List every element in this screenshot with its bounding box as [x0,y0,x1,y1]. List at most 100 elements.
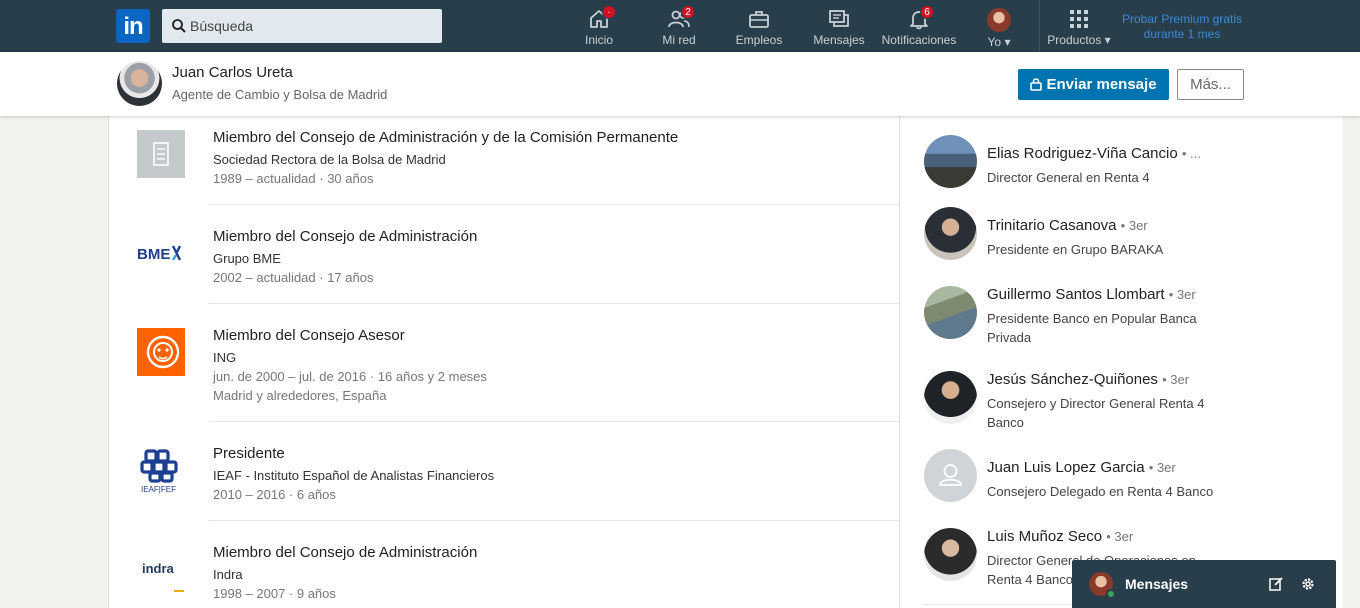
experience-dates: jun. de 2000 – jul. de 2016 · 16 años y … [213,369,487,384]
experience-company: Indra [213,567,243,582]
default-person-icon [939,464,962,486]
nav-item-mensajes[interactable]: Mensajes [812,0,866,52]
chevron-down-icon: ▾ [1104,33,1111,47]
person-headline-wrap: Consejero y Director General Renta 4 Banc… [987,394,1232,432]
company-placeholder-icon [137,130,185,178]
person-name-line: Luis Muñoz Seco • 3er [987,528,1133,545]
nav-item-yo[interactable]: Yo ▾ [980,0,1018,52]
chevron-down-icon: ▾ [1004,35,1011,49]
person-name: Trinitario Casanova [987,217,1117,234]
person-name-line: Juan Luis Lopez Garcia • 3er [987,459,1176,476]
person-name-line: Elias Rodriguez-Viña Cancio • ... [987,145,1201,162]
person-avatar [924,286,977,339]
ing-lion-logo-icon [137,328,185,376]
nav-label-inicio: Inicio [584,33,613,47]
premium-trial-link[interactable]: Probar Premium gratis durante 1 mes [1114,12,1250,42]
experience-item[interactable]: IEAF|FEF Presidente IEAF - Instituto Esp… [109,422,899,521]
nav-item-mi-red[interactable]: 2 Mi red [655,0,703,52]
nav-label-yo: Yo [987,35,1002,49]
person-headline-wrap: Consejero Delegado en Renta 4 Banco [987,482,1232,501]
nav-item-productos[interactable]: Productos ▾ [1043,0,1115,52]
profile-avatar[interactable] [117,61,162,106]
gear-icon[interactable] [1300,576,1316,592]
person-degree: • 3er [1148,460,1176,475]
send-message-label: Enviar mensaje [1046,76,1157,93]
profile-sticky-bar: Juan Carlos Ureta Agente de Cambio y Bol… [0,52,1360,116]
person-degree: • 3er [1162,372,1190,387]
messaging-bar[interactable]: Mensajes [1072,560,1336,608]
nav-divider [1039,0,1040,52]
user-avatar [987,8,1011,32]
experience-location: Madrid y alrededores, España [213,388,387,403]
search-placeholder: Búsqueda [190,18,254,34]
experience-title: Presidente [213,445,285,462]
person-name: Guillermo Santos Llombart [987,286,1165,303]
person-avatar [924,207,977,260]
person-name: Luis Muñoz Seco [987,528,1103,545]
experience-item[interactable]: indra Miembro del Consejo de Administrac… [109,521,899,608]
experience-title: Miembro del Consejo Asesor [213,327,405,344]
nav-item-inicio[interactable]: · Inicio [576,0,622,52]
experience-item[interactable]: Miembro del Consejo Asesor ING jun. de 2… [109,304,899,422]
experience-item[interactable]: Miembro del Consejo de Administración y … [109,116,899,205]
compose-icon[interactable] [1268,576,1284,592]
person-headline: Presidente en Grupo BARAKA [987,242,1164,257]
premium-line-1: Probar Premium gratis [1121,12,1243,26]
messaging-label: Mensajes [1125,576,1189,592]
send-message-button[interactable]: Enviar mensaje [1018,69,1169,100]
person-name-line: Jesús Sánchez-Quiñones • 3er [987,371,1189,388]
person-headline-2: Privada [987,330,1032,345]
nav-item-notificaciones[interactable]: 6 Notificaciones [878,0,960,52]
bme-logo-icon: BME [137,229,185,277]
person-headline-wrap: Presidente en Grupo BARAKA [987,240,1232,259]
person-headline: Director General en Renta 4 [987,170,1150,185]
top-nav: in Búsqueda · Inicio 2 Mi red Empleos Me… [0,0,1360,52]
bme-logo-text: BME [137,246,170,263]
person-name: Jesús Sánchez-Quiñones [987,371,1158,388]
person-headline: Presidente Banco en Popular Banca [987,311,1197,326]
person-headline-wrap: Presidente Banco en Popular Banca Privada [987,309,1232,347]
experience-dates: 1989 – actualidad · 30 años [213,171,374,186]
experience-item[interactable]: BME Miembro del Consejo de Administració… [109,205,899,304]
nav-item-empleos[interactable]: Empleos [733,0,785,52]
nav-label-yo-wrap: Yo ▾ [980,35,1018,49]
linkedin-logo-icon[interactable]: in [116,9,150,43]
indra-logo-icon: indra [137,545,185,593]
experience-title: Miembro del Consejo de Administración [213,228,478,245]
briefcase-icon [747,7,771,31]
nav-label-mi-red: Mi red [662,33,696,47]
person-headline-2: Banco [987,415,1024,430]
person-avatar [924,135,977,188]
experience-section: Miembro del Consejo de Administración y … [108,116,900,608]
person-headline-wrap: Director General en Renta 4 [987,168,1232,187]
grid-icon [1067,7,1091,31]
experience-title: Miembro del Consejo de Administración [213,544,478,561]
nav-label-empleos: Empleos [735,33,783,47]
person-name: Elias Rodriguez-Viña Cancio [987,145,1178,162]
person-avatar-placeholder [924,449,977,502]
more-button[interactable]: Más... [1177,69,1244,100]
notifications-badge: 6 [920,5,934,19]
person-degree: • 3er [1106,529,1134,544]
nav-label-mensajes: Mensajes [813,33,865,47]
person-name-line: Trinitario Casanova • 3er [987,217,1148,234]
person-degree: • 3er [1120,218,1148,233]
nav-label-productos-wrap: Productos ▾ [1043,33,1115,47]
ieaf-logo-icon: IEAF|FEF [137,446,185,494]
person-degree: • ... [1181,146,1201,161]
person-headline: Consejero y Director General Renta 4 [987,396,1205,411]
online-status-icon [1106,589,1116,599]
search-input[interactable]: Búsqueda [162,9,442,43]
person-headline: Consejero Delegado en Renta 4 Banco [987,484,1214,499]
experience-company: Sociedad Rectora de la Bolsa de Madrid [213,152,446,167]
experience-dates: 2010 – 2016 · 6 años [213,487,336,502]
experience-company: ING [213,350,237,365]
experience-company: IEAF - Instituto Español de Analistas Fi… [213,468,495,483]
experience-dates: 2002 – actualidad · 17 años [213,270,374,285]
experience-title: Miembro del Consejo de Administración y … [213,129,679,146]
home-badge: · [602,5,616,19]
search-icon [171,18,187,34]
person-avatar [924,528,977,581]
premium-line-2: durante 1 mes [1143,27,1221,41]
nav-label-notificaciones: Notificaciones [881,33,957,47]
